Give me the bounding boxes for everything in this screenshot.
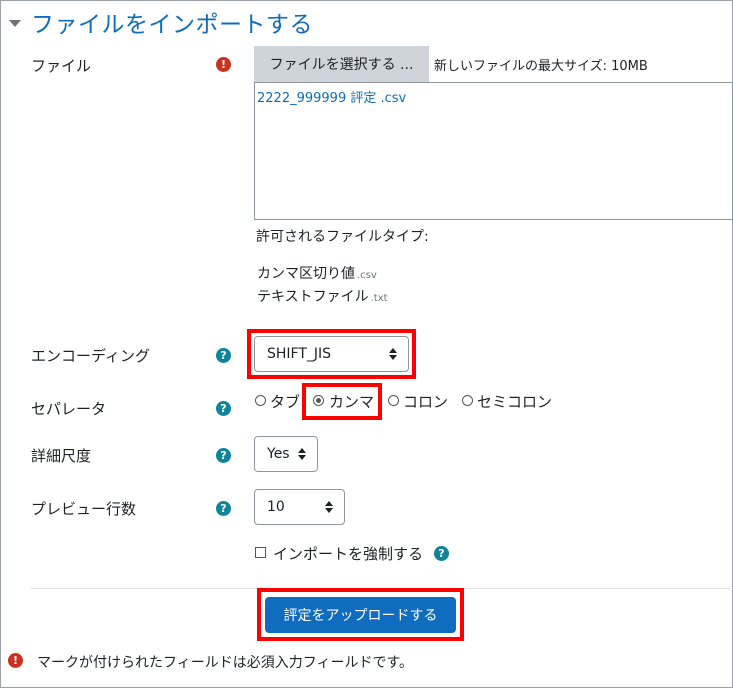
preview-rows-value: 10 <box>267 499 285 515</box>
verbose-select[interactable]: Yes <box>254 436 318 472</box>
help-icon[interactable]: ? <box>216 448 231 463</box>
accepted-type-csv: カンマ区切り値 .csv <box>257 263 377 283</box>
choose-file-button[interactable]: ファイルを選択する ... <box>254 46 429 82</box>
file-label: ファイル <box>31 57 92 75</box>
upload-grades-button[interactable]: 評定をアップロードする <box>265 597 456 633</box>
verbose-value: Yes <box>267 446 290 462</box>
encoding-label: エンコーディング <box>31 347 150 365</box>
required-icon: ! <box>216 57 231 72</box>
help-icon[interactable]: ? <box>434 546 449 561</box>
separator-radio-colon[interactable] <box>388 395 399 406</box>
separator-option-label: コロン <box>403 393 449 411</box>
accepted-type-txt: テキストファイル .txt <box>257 286 388 306</box>
separator-radio-tab[interactable] <box>255 395 266 406</box>
encoding-value: SHIFT_JIS <box>267 346 332 362</box>
help-icon[interactable]: ? <box>216 501 231 516</box>
file-type-ext: .csv <box>357 270 377 281</box>
select-arrows-icon <box>389 348 397 360</box>
help-icon[interactable]: ? <box>216 348 231 363</box>
preview-rows-select[interactable]: 10 <box>254 489 345 525</box>
verbose-label: 詳細尺度 <box>31 447 92 465</box>
preview-rows-label: プレビュー行数 <box>31 500 137 518</box>
file-type-ext: .txt <box>370 293 388 304</box>
select-arrows-icon <box>325 501 333 513</box>
separator-radio-semicolon[interactable] <box>462 395 473 406</box>
separator-label: セパレータ <box>31 400 107 418</box>
section-header[interactable]: ファイルをインポートする <box>9 5 313 39</box>
help-icon[interactable]: ? <box>216 401 231 416</box>
separator-option-label: カンマ <box>329 393 375 411</box>
encoding-select[interactable]: SHIFT_JIS <box>254 336 409 372</box>
separator-option-label: タブ <box>270 393 301 411</box>
select-arrows-icon <box>298 448 306 460</box>
force-import-label: インポートを強制する <box>273 545 424 563</box>
collapse-caret-icon[interactable] <box>9 19 21 27</box>
import-form: ファイルをインポートする ファイル ! ファイルを選択する ... 新しいファイ… <box>0 0 733 688</box>
required-icon: ! <box>8 653 23 668</box>
required-fields-note: マークが付けられたフィールドは必須入力フィールドです。 <box>37 655 414 671</box>
separator-option-label: セミコロン <box>477 393 553 411</box>
max-file-size: 新しいファイルの最大サイズ: 10MB <box>434 59 648 74</box>
file-type-name: テキストファイル <box>257 289 369 305</box>
force-import-checkbox[interactable] <box>255 547 266 558</box>
selected-file-link[interactable]: 2222_999999 評定 .csv <box>257 87 406 106</box>
separator-radio-comma[interactable] <box>313 395 324 406</box>
section-title: ファイルをインポートする <box>31 12 313 38</box>
file-type-name: カンマ区切り値 <box>257 266 355 282</box>
accepted-types-title: 許可されるファイルタイプ: <box>256 229 429 245</box>
